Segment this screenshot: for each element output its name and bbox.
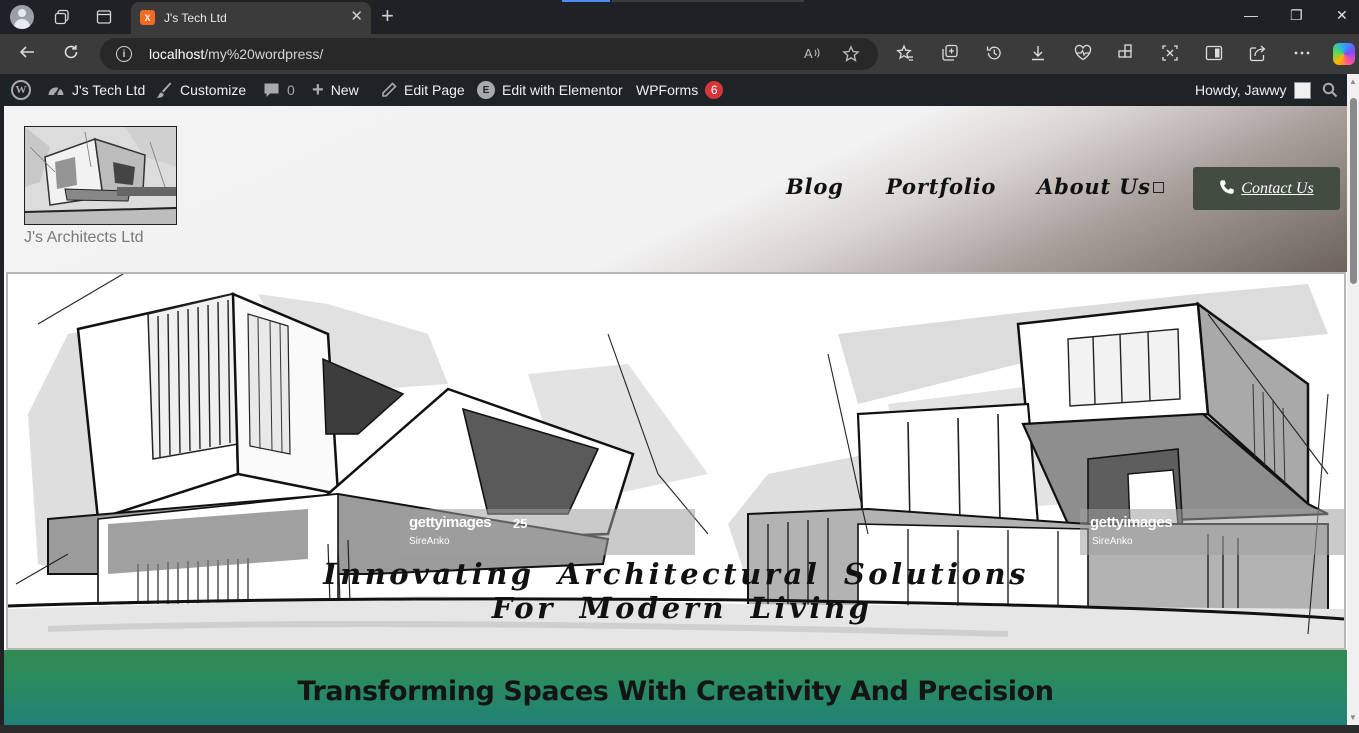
minimize-button[interactable]: — [1244, 7, 1258, 23]
site-logo[interactable] [24, 126, 177, 225]
wordpress-logo-icon: W [11, 80, 31, 100]
info-icon[interactable]: i [116, 46, 132, 62]
address-bar[interactable]: i localhost/my%20wordpress/ A [100, 38, 878, 70]
extensions-icon[interactable] [1117, 44, 1135, 67]
hero-heading: Innovating Architectural Solutions For M… [8, 557, 1344, 625]
xampp-favicon-icon: X [140, 10, 155, 25]
paintbrush-icon [156, 82, 173, 99]
address-url[interactable]: localhost/my%20wordpress/ [149, 46, 323, 62]
search-icon [1322, 82, 1338, 98]
back-arrow-icon[interactable] [18, 43, 36, 65]
getty-watermark-credit-right: SireAnko [1092, 536, 1133, 547]
comment-bubble-icon [263, 82, 280, 99]
tab-strip-accent [562, 0, 610, 2]
page-scrollbar[interactable]: ▲ ▼ [1347, 74, 1359, 725]
read-aloud-icon[interactable]: A [804, 45, 822, 65]
restore-button[interactable]: ❐ [1290, 7, 1303, 24]
favorites-icon[interactable] [896, 44, 914, 67]
scroll-down-icon[interactable]: ▼ [1349, 713, 1357, 722]
wpforms-label: WPForms [636, 82, 699, 98]
download-icon[interactable] [1029, 44, 1047, 67]
customize-link[interactable]: Customize [156, 74, 246, 106]
submenu-toggle-icon[interactable] [1153, 182, 1164, 193]
profile-avatar-icon[interactable] [10, 5, 34, 29]
heartbeat-icon[interactable] [1073, 44, 1093, 67]
tab-actions-icon[interactable] [92, 6, 116, 28]
browser-toolbar: i localhost/my%20wordpress/ A [0, 34, 1359, 74]
tab-title: J's Tech Ltd [164, 11, 227, 25]
collections-icon[interactable] [941, 44, 959, 67]
plus-icon: + [312, 79, 324, 101]
wp-logo-menu[interactable]: W [11, 74, 31, 106]
new-content-menu[interactable]: + New [312, 74, 359, 106]
getty-anniversary-badge: 25 [513, 516, 528, 531]
howdy-label: Howdy, Jawwy [1195, 82, 1287, 98]
tab-close-icon[interactable]: ✕ [350, 9, 363, 24]
site-name-label: J's Tech Ltd [72, 82, 146, 98]
wp-admin-bar: W J's Tech Ltd Customize 0 + New Edit Pa… [4, 74, 1348, 106]
dashboard-gauge-icon [47, 82, 65, 98]
tab-strip-divider [612, 0, 804, 2]
refresh-icon[interactable] [62, 43, 80, 65]
workspaces-icon[interactable] [50, 6, 74, 28]
site-header: J's Architects Ltd Blog Portfolio About … [4, 106, 1347, 272]
wpforms-notification-badge: 6 [705, 81, 724, 99]
user-avatar [1293, 81, 1311, 99]
browser-tab-active[interactable]: X J's Tech Ltd ✕ [131, 2, 371, 34]
user-account-menu[interactable]: Howdy, Jawwy [1195, 74, 1311, 106]
site-name-menu[interactable]: J's Tech Ltd [47, 74, 145, 106]
hero-heading-line-1: Innovating Architectural Solutions [323, 557, 1029, 591]
hero-heading-line-2: For Modern Living [491, 591, 873, 625]
scroll-up-icon[interactable]: ▲ [1349, 77, 1357, 86]
site-name-text[interactable]: J's Architects Ltd [24, 229, 144, 247]
new-label: New [330, 82, 359, 98]
scrollbar-thumb[interactable] [1350, 98, 1357, 284]
getty-watermark-credit: SireAnko [409, 536, 450, 547]
svg-text:A: A [804, 46, 813, 61]
nav-about-us[interactable]: About Us [1037, 174, 1151, 199]
window-close-button[interactable]: ✕ [1336, 7, 1348, 24]
pencil-icon [381, 82, 397, 98]
phone-icon [1219, 179, 1235, 199]
copilot-icon[interactable] [1333, 43, 1355, 65]
split-screen-icon[interactable] [1205, 44, 1223, 67]
new-tab-button[interactable]: + [381, 5, 394, 27]
wpforms-menu[interactable]: WPForms 6 [636, 74, 724, 106]
window-bottom-edge [0, 725, 1359, 733]
comments-link[interactable]: 0 [263, 74, 295, 106]
screenshot-icon[interactable] [1161, 44, 1179, 67]
comments-count: 0 [287, 82, 295, 98]
contact-us-button[interactable]: Contact Us [1193, 167, 1340, 210]
tagline-section: Transforming Spaces With Creativity And … [4, 650, 1347, 725]
edit-page-label: Edit Page [404, 82, 465, 98]
star-icon[interactable] [842, 45, 860, 67]
hero-banner: gettyimages SireAnko 25 gettyimages Sire… [6, 272, 1346, 650]
nav-portfolio[interactable]: Portfolio [886, 174, 996, 199]
browser-tab-bar: X J's Tech Ltd ✕ + — ❐ ✕ [0, 0, 1359, 34]
contact-us-label: Contact Us [1241, 179, 1314, 197]
edit-elementor-label: Edit with Elementor [502, 82, 623, 98]
more-icon[interactable] [1293, 44, 1311, 67]
page-viewport: J's Architects Ltd Blog Portfolio About … [4, 106, 1347, 725]
customize-label: Customize [180, 82, 247, 98]
section-heading: Transforming Spaces With Creativity And … [297, 676, 1054, 707]
getty-watermark-text: gettyimages [409, 514, 492, 531]
edit-page-link[interactable]: Edit Page [381, 74, 465, 106]
history-icon[interactable] [985, 44, 1003, 67]
edit-with-elementor-link[interactable]: E Edit with Elementor [477, 74, 623, 106]
elementor-icon: E [477, 81, 495, 99]
getty-watermark-text-right: gettyimages [1090, 514, 1173, 531]
admin-search-button[interactable] [1322, 74, 1338, 106]
nav-blog[interactable]: Blog [786, 174, 844, 199]
share-icon[interactable] [1249, 44, 1267, 67]
